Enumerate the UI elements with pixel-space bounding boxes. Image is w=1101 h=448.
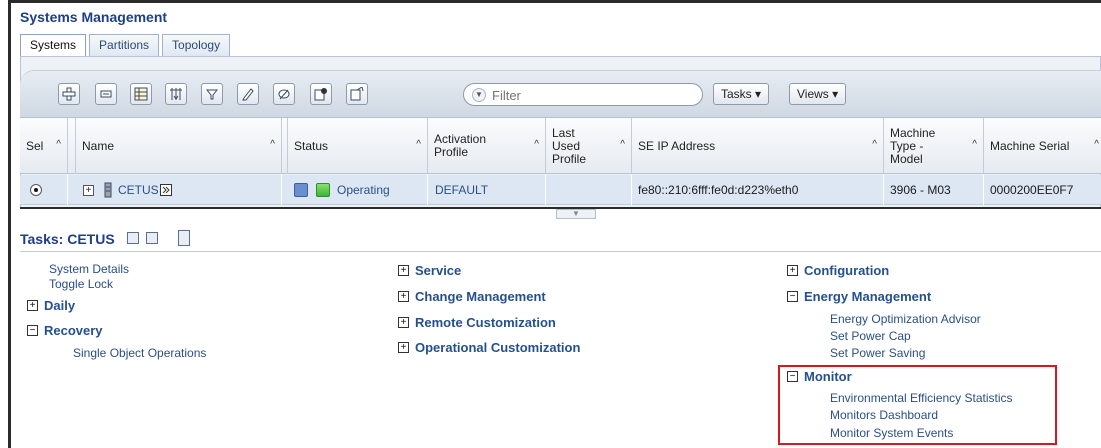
expand-icon: + — [398, 317, 409, 328]
view-tabs: Systems Partitions Topology — [20, 34, 233, 56]
app-title: Systems Management — [20, 9, 168, 25]
task-set-power-saving[interactable]: Set Power Saving — [830, 346, 925, 360]
document-icon[interactable] — [346, 83, 368, 105]
group-configuration[interactable]: + Configuration — [787, 263, 889, 278]
task-single-object-operations[interactable]: Single Object Operations — [73, 346, 206, 360]
column-header-activation-profile[interactable]: Activation Profile ^ — [428, 118, 546, 174]
sort-icon: ^ — [872, 139, 877, 150]
tasks-panel-divider — [20, 251, 1101, 252]
expand-icon: + — [27, 300, 38, 311]
group-service[interactable]: + Service — [398, 263, 461, 278]
app-window: Systems Management Systems Partitions To… — [0, 0, 1101, 448]
status-ok-icon — [316, 183, 330, 197]
expand-icon: + — [398, 291, 409, 302]
row-select-cell — [20, 175, 68, 205]
task-toggle-lock[interactable]: Toggle Lock — [49, 277, 113, 291]
sort-icon: ^ — [972, 139, 977, 150]
expand-icon: + — [398, 342, 409, 353]
context-menu-icon[interactable] — [159, 184, 172, 196]
row-last-used-profile-cell — [546, 175, 632, 205]
task-system-details[interactable]: System Details — [49, 262, 129, 276]
group-change-management[interactable]: + Change Management — [398, 289, 546, 304]
row-name-cell: + CETUS — [75, 175, 282, 205]
group-recovery[interactable]: − Recovery — [27, 323, 103, 338]
sort-icon: ^ — [1094, 139, 1099, 150]
add-icon[interactable] — [58, 83, 80, 105]
column-header-last-used-profile[interactable]: Last Used Profile ^ — [546, 118, 632, 174]
configure-columns-icon[interactable] — [165, 83, 187, 105]
window-top-border — [8, 0, 1101, 3]
table-header: Sel ^ Name ^ Status ^ Activation Profile ^ L… — [20, 118, 1101, 174]
collapse-icon[interactable] — [95, 83, 117, 105]
status-text: Operating — [337, 183, 390, 197]
group-energy-management[interactable]: − Energy Management — [787, 289, 931, 304]
task-energy-optimization-advisor[interactable]: Energy Optimization Advisor — [830, 312, 981, 326]
column-header-sel[interactable]: Sel ^ — [20, 118, 68, 174]
expand-all-icon[interactable] — [127, 232, 139, 244]
task-set-power-cap[interactable]: Set Power Cap — [830, 329, 911, 343]
row-select-radio[interactable] — [30, 184, 42, 196]
collapse-icon: − — [787, 291, 798, 302]
tab-systems[interactable]: Systems — [20, 34, 87, 56]
group-operational-customization[interactable]: + Operational Customization — [398, 340, 580, 355]
splitter-grip-icon[interactable]: ▼ — [556, 209, 596, 219]
monitor-highlight-box — [778, 365, 1057, 445]
expand-icon[interactable]: + — [83, 184, 94, 196]
edit-icon[interactable] — [237, 83, 259, 105]
collapse-icon: − — [27, 325, 38, 336]
group-remote-customization[interactable]: + Remote Customization — [398, 315, 556, 330]
row-status-cell: Operating — [282, 175, 428, 205]
column-header-machine-serial[interactable]: Machine Serial ^ — [984, 118, 1101, 174]
filter-icon[interactable] — [201, 83, 223, 105]
filter-input[interactable] — [492, 86, 692, 104]
sort-icon: ^ — [416, 139, 421, 150]
column-header-se-ip-address[interactable]: SE IP Address ^ — [632, 118, 884, 174]
row-machine-serial-cell: 0000200EE0F7 — [990, 183, 1074, 197]
filter-field[interactable]: ▼ — [463, 83, 703, 106]
task-view-icon[interactable] — [178, 230, 190, 246]
tab-topology[interactable]: Topology — [162, 34, 231, 56]
window-left-border — [8, 0, 11, 448]
status-details-icon[interactable] — [294, 183, 308, 197]
column-header-machine-type-model[interactable]: Machine Type - Model ^ — [884, 118, 984, 174]
edit-alt-icon[interactable] — [273, 83, 295, 105]
sort-icon: ^ — [620, 139, 625, 150]
column-header-name[interactable]: Name ^ — [75, 118, 282, 174]
tasks-panel-title: Tasks: CETUS — [20, 231, 115, 247]
table-toolbar: ▼ Tasks ▾ Views ▾ — [20, 70, 1101, 118]
system-name-link[interactable]: CETUS — [118, 183, 159, 197]
expand-icon: + — [787, 265, 798, 276]
row-machine-type-cell: 3906 - M03 — [884, 175, 984, 205]
row-activation-profile-cell: DEFAULT — [428, 175, 546, 205]
group-daily[interactable]: + Daily — [27, 298, 75, 313]
collapse-all-icon[interactable] — [146, 232, 158, 244]
sort-icon: ^ — [56, 139, 61, 150]
tasks-menu-button[interactable]: Tasks ▾ — [713, 83, 770, 105]
server-icon — [104, 182, 112, 198]
expand-icon: + — [398, 265, 409, 276]
properties-icon[interactable] — [310, 83, 332, 105]
views-menu-button[interactable]: Views ▾ — [789, 83, 847, 105]
tab-partitions[interactable]: Partitions — [89, 34, 160, 56]
table-icon[interactable] — [130, 83, 152, 105]
row-se-ip-cell: fe80::210:6fff:fe0d:d223%eth0 — [632, 175, 884, 205]
chevron-down-icon[interactable]: ▼ — [472, 88, 486, 102]
sort-icon: ^ — [534, 139, 539, 150]
sort-icon: ^ — [270, 139, 275, 150]
column-header-status[interactable]: Status ^ — [287, 118, 428, 174]
table-row[interactable]: + CETUS Operating DEFAULT fe80::210:6fff… — [20, 175, 1101, 205]
